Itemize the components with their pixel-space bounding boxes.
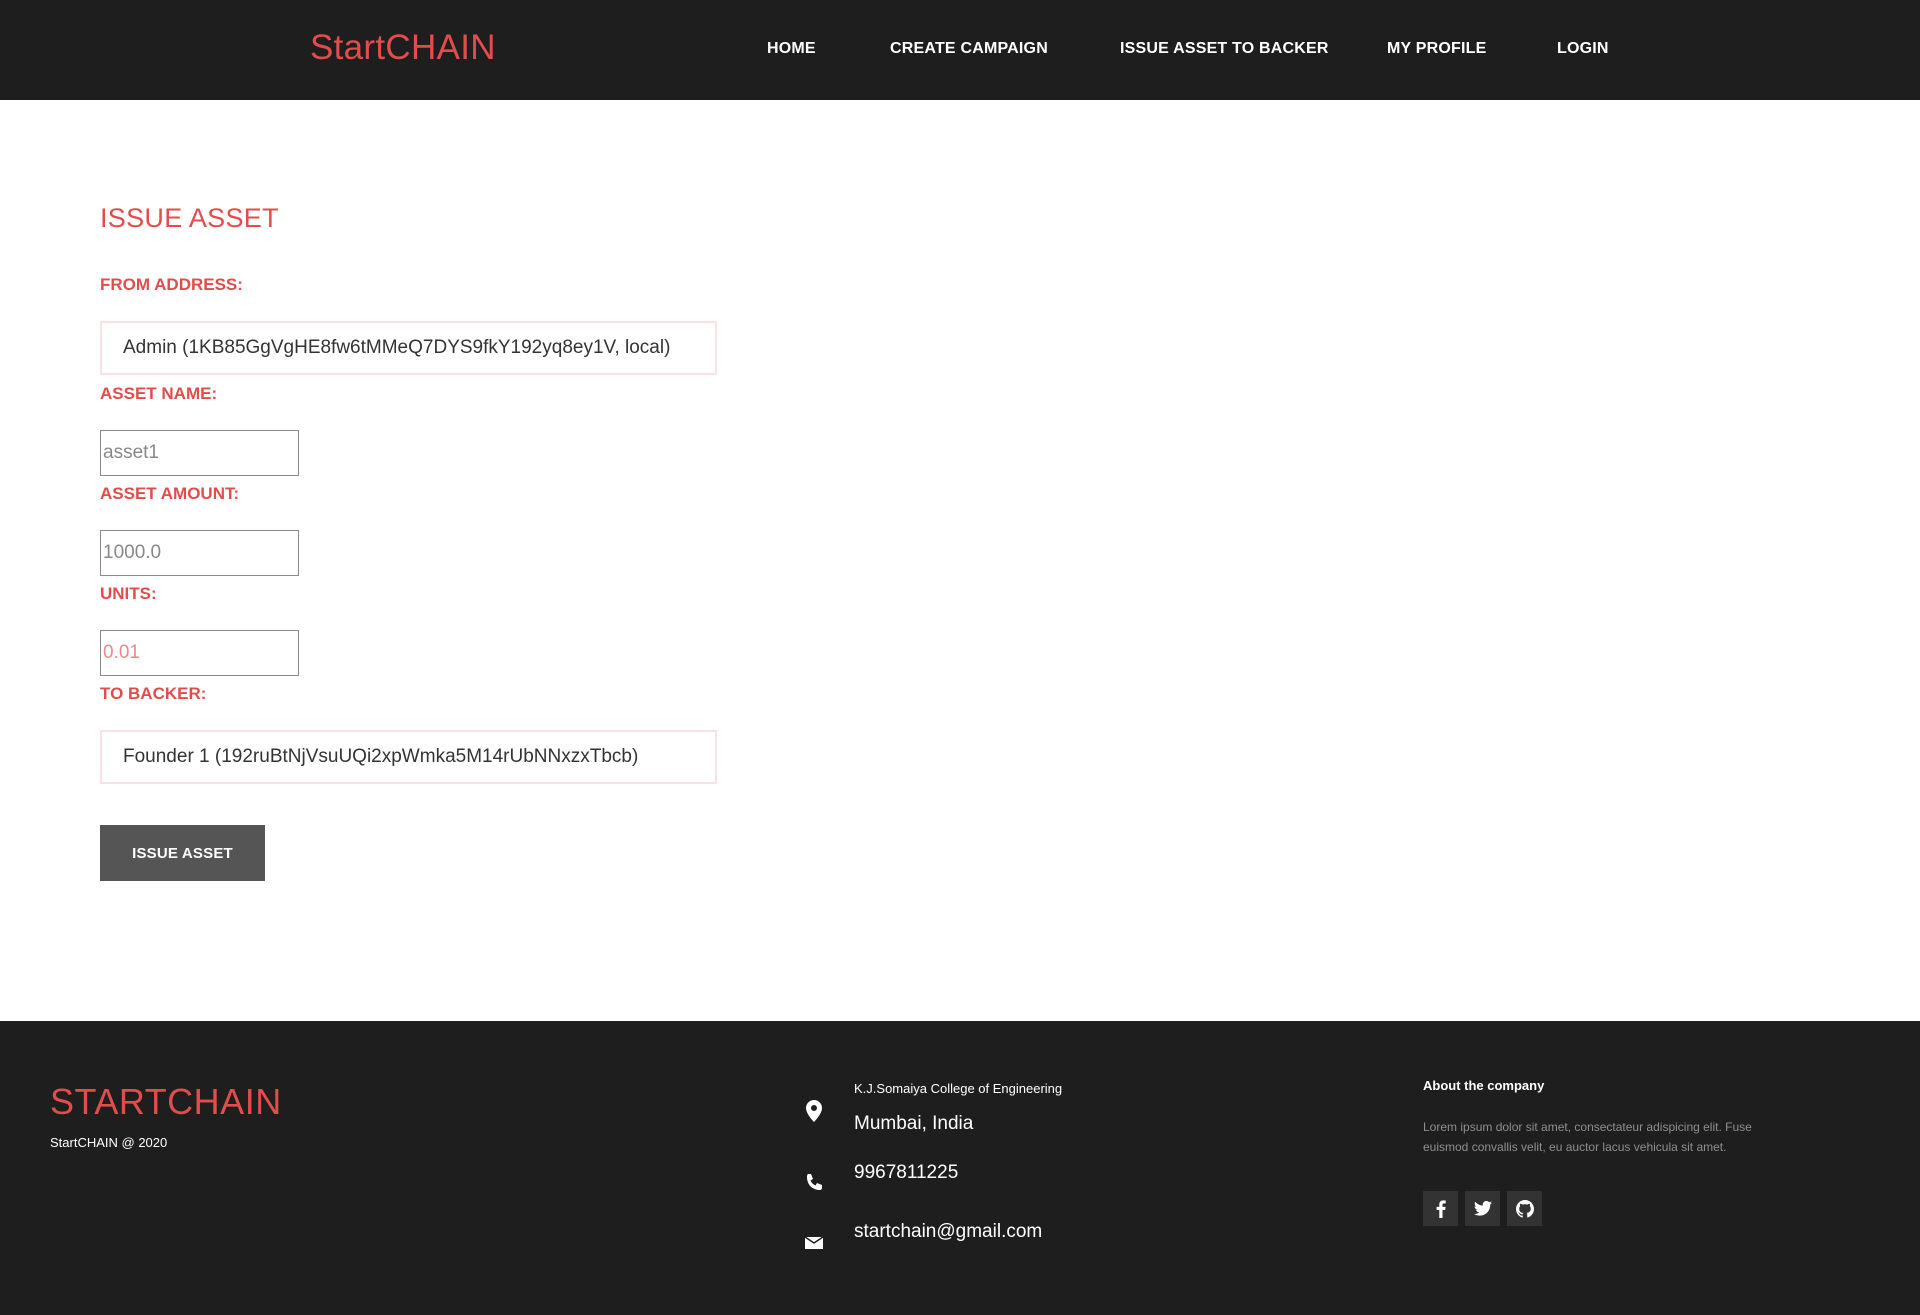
phone-icon — [802, 1171, 826, 1195]
facebook-icon[interactable] — [1423, 1191, 1458, 1226]
units-input[interactable] — [100, 630, 299, 676]
to-backer-select[interactable]: Founder 1 (192ruBtNjVsuUQi2xpWmka5M14rUb… — [100, 730, 717, 784]
about-title: About the company — [1423, 1078, 1545, 1093]
asset-amount-input[interactable] — [100, 530, 299, 576]
twitter-icon[interactable] — [1465, 1191, 1500, 1226]
from-address-label: FROM ADDRESS: — [100, 275, 243, 294]
to-backer-label: TO BACKER: — [100, 684, 207, 703]
nav-home[interactable]: HOME — [767, 40, 816, 58]
footer-brand: STARTCHAIN — [50, 1081, 282, 1122]
about-text: Lorem ipsum dolor sit amet, consectateur… — [1423, 1120, 1752, 1154]
nav-my-profile[interactable]: MY PROFILE — [1387, 40, 1487, 58]
brand-logo[interactable]: StartCHAIN — [310, 28, 496, 68]
email-address[interactable]: startchain@gmail.com — [854, 1221, 1042, 1243]
map-pin-icon — [802, 1099, 826, 1123]
footer-copyright: StartCHAIN @ 2020 — [50, 1135, 168, 1150]
nav-create-campaign[interactable]: CREATE CAMPAIGN — [890, 40, 1048, 58]
footer: STARTCHAIN StartCHAIN @ 2020 K.J.Somaiya… — [0, 1021, 1920, 1315]
address-line-2: Mumbai, India — [854, 1113, 974, 1134]
asset-name-input[interactable] — [100, 430, 299, 476]
top-navbar: StartCHAIN HOME CREATE CAMPAIGN ISSUE AS… — [0, 0, 1920, 100]
nav-issue-asset-to-backer[interactable]: ISSUE ASSET TO BACKER — [1120, 40, 1329, 58]
page-title: ISSUE ASSET — [100, 203, 279, 233]
units-label: UNITS: — [100, 584, 157, 603]
asset-amount-label: ASSET AMOUNT: — [100, 484, 240, 503]
address-line-1: K.J.Somaiya College of Engineering — [854, 1081, 1063, 1096]
asset-name-label: ASSET NAME: — [100, 384, 218, 403]
phone-number: 9967811225 — [854, 1162, 959, 1183]
github-icon[interactable] — [1507, 1191, 1542, 1226]
envelope-icon — [802, 1231, 826, 1255]
from-address-select[interactable]: Admin (1KB85GgVgHE8fw6tMMeQ7DYS9fkY192yq… — [100, 321, 717, 375]
nav-login[interactable]: LOGIN — [1557, 40, 1609, 58]
issue-asset-button[interactable]: ISSUE ASSET — [100, 825, 265, 881]
